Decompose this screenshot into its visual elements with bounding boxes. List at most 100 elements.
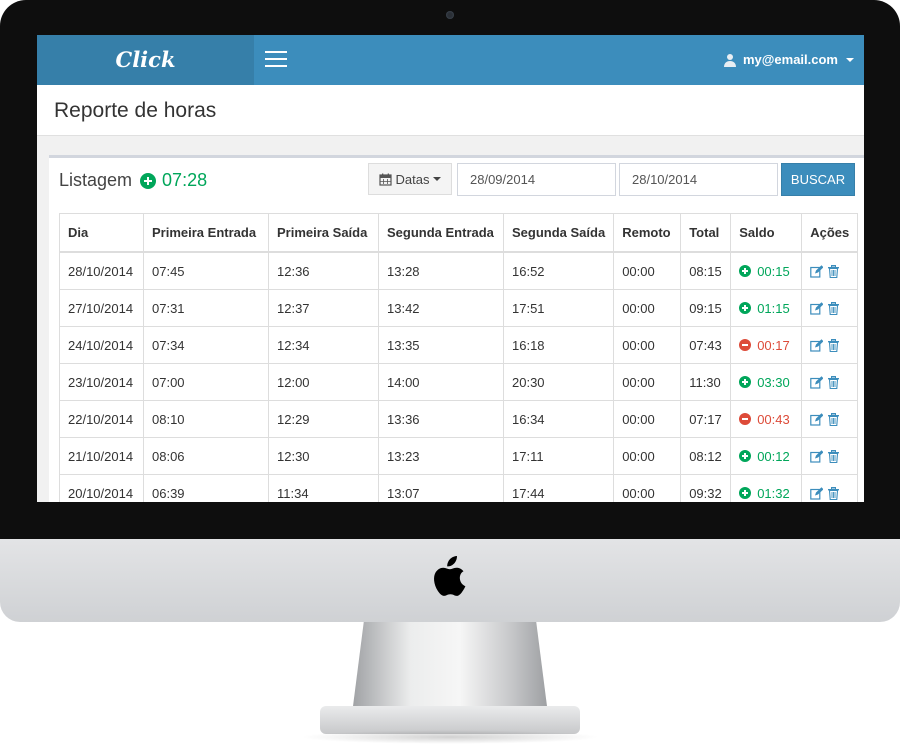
- user-email: my@email.com: [742, 52, 838, 67]
- minus-circle-icon: [739, 413, 752, 425]
- cell-segunda-entrada: 13:23: [378, 437, 504, 475]
- column-header[interactable]: Dia: [59, 213, 144, 253]
- cell-saldo: 00:15: [730, 251, 803, 290]
- row-actions: [810, 301, 849, 315]
- datas-label: Datas: [395, 171, 430, 187]
- cell-dia: 21/10/2014: [59, 437, 144, 475]
- trash-icon[interactable]: [827, 264, 840, 278]
- edit-icon[interactable]: [810, 486, 824, 500]
- cell-total: 11:30: [680, 363, 732, 401]
- listing-box: Listagem 07:28 Datas BUSCAR Dia: [49, 155, 864, 502]
- row-actions: [810, 375, 849, 389]
- cell-acoes: [801, 400, 859, 438]
- cell-acoes: [801, 474, 859, 502]
- table-row: 21/10/2014 08:06 12:30 13:23 17:11 00:00…: [59, 437, 859, 475]
- cell-dia: 22/10/2014: [59, 400, 144, 438]
- cell-segunda-entrada: 13:28: [378, 251, 504, 290]
- edit-icon[interactable]: [810, 449, 824, 463]
- row-actions: [810, 412, 849, 426]
- column-header[interactable]: Primeira Saída: [268, 213, 379, 253]
- table-row: 24/10/2014 07:34 12:34 13:35 16:18 00:00…: [59, 326, 859, 364]
- column-header[interactable]: Remoto: [613, 213, 682, 253]
- cell-dia: 28/10/2014: [59, 251, 144, 290]
- cell-acoes: [801, 326, 859, 364]
- monitor-shadow: [300, 730, 600, 744]
- row-actions: [810, 264, 849, 278]
- cell-dia: 24/10/2014: [59, 326, 144, 364]
- cell-total: 09:15: [680, 289, 732, 327]
- row-actions: [810, 486, 849, 500]
- navbar: Click my@email.com: [37, 35, 864, 85]
- saldo-value: 00:17: [739, 338, 793, 353]
- table-row: 20/10/2014 06:39 11:34 13:07 17:44 00:00…: [59, 474, 859, 502]
- row-actions: [810, 338, 849, 352]
- caret-down-icon: [433, 177, 442, 181]
- cell-remoto: 00:00: [613, 400, 682, 438]
- cell-primeira-entrada: 07:34: [143, 326, 269, 364]
- column-header[interactable]: Segunda Entrada: [378, 213, 504, 253]
- monitor-stand: [352, 622, 548, 714]
- edit-icon[interactable]: [810, 412, 824, 426]
- brand-logo[interactable]: Click: [37, 35, 254, 85]
- trash-icon[interactable]: [827, 486, 840, 500]
- listing-header: Listagem 07:28: [59, 170, 207, 191]
- date-from-input[interactable]: [457, 163, 616, 196]
- cell-primeira-entrada: 08:06: [143, 437, 269, 475]
- cell-acoes: [801, 437, 859, 475]
- edit-icon[interactable]: [810, 338, 824, 352]
- edit-icon[interactable]: [810, 375, 824, 389]
- column-header: Ações: [801, 213, 859, 253]
- cell-segunda-saida: 16:52: [502, 251, 615, 290]
- hamburger-icon[interactable]: [265, 51, 287, 69]
- cell-primeira-entrada: 06:39: [143, 474, 269, 502]
- datas-dropdown-button[interactable]: Datas: [368, 163, 452, 195]
- cell-primeira-entrada: 07:00: [143, 363, 269, 401]
- column-header[interactable]: Primeira Entrada: [143, 213, 269, 253]
- column-header[interactable]: Segunda Saída: [502, 213, 615, 253]
- cell-dia: 27/10/2014: [59, 289, 144, 327]
- cell-saldo: 00:43: [730, 400, 803, 438]
- row-actions: [810, 449, 849, 463]
- cell-dia: 20/10/2014: [59, 474, 144, 502]
- trash-icon[interactable]: [827, 301, 840, 315]
- trash-icon[interactable]: [827, 449, 840, 463]
- trash-icon[interactable]: [827, 375, 840, 389]
- column-header[interactable]: Total: [680, 213, 732, 253]
- column-header[interactable]: Saldo: [730, 213, 803, 253]
- table-row: 27/10/2014 07:31 12:37 13:42 17:51 00:00…: [59, 289, 859, 327]
- cell-total: 07:43: [680, 326, 732, 364]
- cell-primeira-entrada: 07:45: [143, 251, 269, 290]
- cell-remoto: 00:00: [613, 251, 682, 290]
- cell-remoto: 00:00: [613, 326, 682, 364]
- cell-segunda-entrada: 13:42: [378, 289, 504, 327]
- cell-segunda-entrada: 13:36: [378, 400, 504, 438]
- table-row: 22/10/2014 08:10 12:29 13:36 16:34 00:00…: [59, 400, 859, 438]
- table-header-row: Dia Primeira Entrada Primeira Saída Segu…: [59, 213, 859, 253]
- cell-primeira-saida: 12:00: [268, 363, 379, 401]
- cell-primeira-saida: 12:34: [268, 326, 379, 364]
- plus-circle-icon: [739, 376, 752, 388]
- trash-icon[interactable]: [827, 412, 840, 426]
- total-balance: 07:28: [140, 170, 207, 191]
- search-button[interactable]: BUSCAR: [781, 163, 855, 196]
- cell-saldo: 01:32: [730, 474, 803, 502]
- caret-down-icon: [846, 58, 854, 62]
- camera-icon: [446, 11, 454, 19]
- cell-segunda-saida: 17:51: [502, 289, 615, 327]
- trash-icon[interactable]: [827, 338, 840, 352]
- edit-icon[interactable]: [810, 301, 824, 315]
- screen: Click my@email.com Reporte de horas List…: [37, 35, 864, 502]
- cell-segunda-saida: 20:30: [502, 363, 615, 401]
- cell-total: 08:12: [680, 437, 732, 475]
- table-row: 23/10/2014 07:00 12:00 14:00 20:30 00:00…: [59, 363, 859, 401]
- saldo-value: 03:30: [739, 375, 793, 390]
- cell-primeira-entrada: 08:10: [143, 400, 269, 438]
- cell-primeira-saida: 12:30: [268, 437, 379, 475]
- edit-icon[interactable]: [810, 264, 824, 278]
- cell-total: 08:15: [680, 251, 732, 290]
- user-menu[interactable]: my@email.com: [723, 35, 854, 85]
- plus-circle-icon: [739, 265, 752, 277]
- plus-circle-icon: [739, 450, 752, 462]
- saldo-value: 00:15: [739, 264, 793, 279]
- date-to-input[interactable]: [619, 163, 778, 196]
